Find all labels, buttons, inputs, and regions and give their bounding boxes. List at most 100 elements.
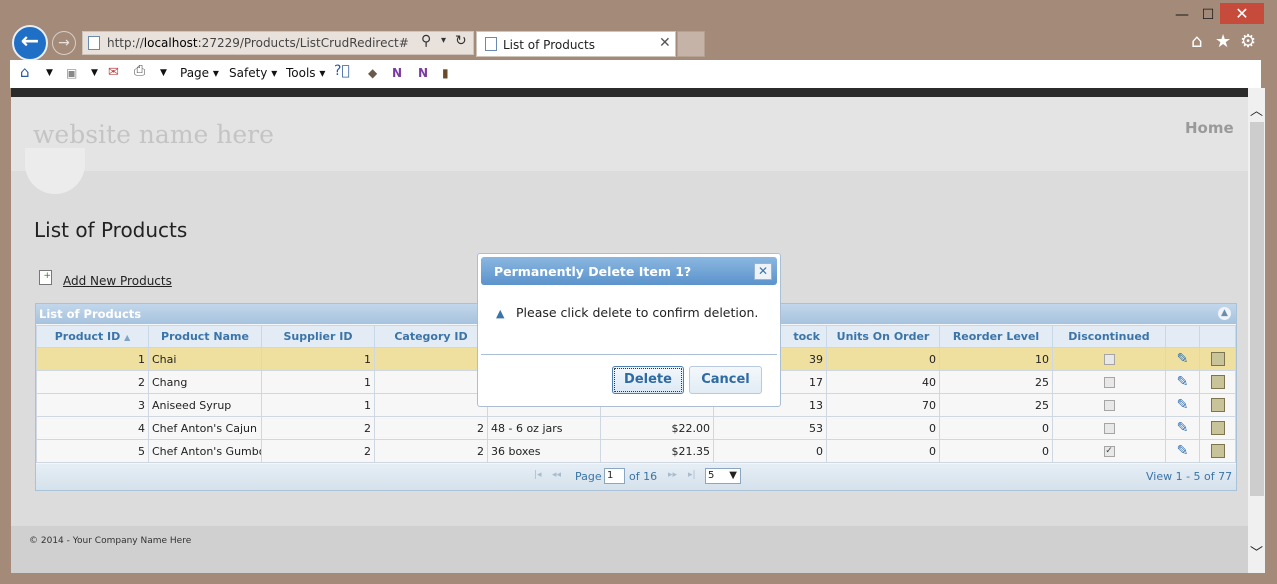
address-bar[interactable]: http://localhost:27229/Products/ListCrud… <box>82 31 474 55</box>
column-header-delete <box>1199 325 1236 348</box>
checkbox-unchecked-icon <box>1103 400 1115 411</box>
delete-button[interactable]: Delete <box>612 366 684 394</box>
edit-button[interactable]: ✎ <box>1165 416 1200 440</box>
checkbox-unchecked-icon <box>1103 354 1115 365</box>
page-number-input[interactable]: 1 <box>604 468 625 484</box>
cell-units-on-order: 0 <box>826 347 940 371</box>
cell-units-on-order: 70 <box>826 393 940 417</box>
chevron-down-icon[interactable]: ▼ <box>160 68 167 78</box>
pencil-icon: ✎ <box>1176 420 1189 436</box>
back-button[interactable]: ← <box>12 25 48 61</box>
tools-menu[interactable]: Tools ▾ <box>286 66 325 80</box>
delete-row-button[interactable] <box>1199 439 1236 463</box>
nav-home-link[interactable]: Home <box>1185 119 1234 137</box>
checkbox-unchecked-icon <box>1103 377 1115 388</box>
tab-label: List of Products <box>503 38 595 52</box>
search-icon[interactable]: ⚲ <box>421 33 431 49</box>
cell-units-on-order: 40 <box>826 370 940 394</box>
refresh-icon[interactable]: ↻ <box>455 33 467 49</box>
sort-ascending-icon: ▲ <box>124 333 131 342</box>
delete-row-button[interactable] <box>1199 393 1236 417</box>
scrollbar-thumb[interactable] <box>1250 122 1264 496</box>
chevron-down-icon[interactable]: ▼ <box>46 68 53 78</box>
column-header-discontinued[interactable]: Discontinued <box>1052 325 1166 348</box>
home-icon[interactable]: ⌂ <box>1191 31 1202 52</box>
delete-row-button[interactable] <box>1199 416 1236 440</box>
chevron-down-icon[interactable]: ▾ <box>441 35 446 46</box>
rss-feed-icon[interactable]: ▣ <box>66 66 77 80</box>
cell-product-name: Chef Anton's Cajun S <box>148 416 262 440</box>
settings-gear-icon[interactable]: ⚙ <box>1240 31 1256 52</box>
close-window-button[interactable]: ✕ <box>1220 3 1264 24</box>
delete-row-button[interactable] <box>1199 370 1236 394</box>
cancel-button[interactable]: Cancel <box>689 366 762 394</box>
column-header-units-on-order[interactable]: Units On Order <box>826 325 940 348</box>
help-icon[interactable]: ?⃝ <box>334 63 350 79</box>
home-icon[interactable]: ⌂ <box>20 63 30 81</box>
minimize-button[interactable]: — <box>1170 4 1194 26</box>
cell-product-id: 4 <box>36 416 149 440</box>
tab-list-of-products[interactable]: List of Products ✕ <box>476 31 676 57</box>
cell-units-on-order: 0 <box>826 439 940 463</box>
cell-supplier-id: 1 <box>261 370 375 394</box>
delete-row-button[interactable] <box>1199 347 1236 371</box>
forward-arrow-icon: → <box>58 35 70 51</box>
mail-icon[interactable]: ✉ <box>108 65 119 80</box>
extension-icon[interactable]: ▮ <box>442 66 449 80</box>
rows-per-page-select[interactable]: 5 ▼ <box>705 468 741 484</box>
edit-button[interactable]: ✎ <box>1165 347 1200 371</box>
favorites-star-icon[interactable]: ★ <box>1215 31 1231 52</box>
scroll-up-icon[interactable]: ︿ <box>1250 100 1263 119</box>
dialog-title-bar[interactable]: Permanently Delete Item 1? ✕ <box>481 257 777 285</box>
maximize-button[interactable]: ☐ <box>1196 4 1220 26</box>
last-page-icon[interactable]: ▸| <box>688 470 696 480</box>
edit-button[interactable]: ✎ <box>1165 439 1200 463</box>
onenote-icon[interactable]: N <box>392 66 402 80</box>
trash-can-icon <box>1210 444 1225 458</box>
column-header-category-id[interactable]: Category ID <box>374 325 488 348</box>
edit-button[interactable]: ✎ <box>1165 370 1200 394</box>
cell-discontinued <box>1052 416 1166 440</box>
cell-product-id: 2 <box>36 370 149 394</box>
cell-units-in-stock: 53 <box>713 416 827 440</box>
cell-category-id: 2 <box>374 416 488 440</box>
cell-category-id <box>374 370 488 394</box>
collapse-icon[interactable]: ▲ <box>1218 307 1231 320</box>
pager-page-label: Page <box>575 470 602 483</box>
new-tab-button[interactable] <box>677 31 705 57</box>
column-header-product-id[interactable]: Product ID ▲ <box>36 325 149 348</box>
page-title: List of Products <box>34 218 188 242</box>
cell-unit-price: $22.00 <box>600 416 714 440</box>
chevron-down-icon[interactable]: ▼ <box>91 68 98 78</box>
forward-button[interactable]: → <box>52 31 76 55</box>
scroll-down-icon[interactable]: ﹀ <box>1250 542 1263 561</box>
edit-button[interactable]: ✎ <box>1165 393 1200 417</box>
first-page-icon[interactable]: |◂ <box>534 470 542 480</box>
add-new-products-link[interactable]: Add New Products <box>63 274 172 288</box>
table-row[interactable]: 5 Chef Anton's Gumbo 2 2 36 boxes $21.35 0 0 0 ✓ ✎ <box>36 439 1236 463</box>
page-menu[interactable]: Page ▾ <box>180 66 219 80</box>
print-icon[interactable]: ⎙ <box>134 63 145 79</box>
cell-supplier-id: 2 <box>261 416 375 440</box>
dialog-separator <box>481 354 777 355</box>
trash-can-icon <box>1210 421 1225 435</box>
column-header-supplier-id[interactable]: Supplier ID <box>261 325 375 348</box>
next-page-icon[interactable]: ▸▸ <box>668 470 677 480</box>
research-icon[interactable]: ◆ <box>368 66 377 80</box>
address-url[interactable]: http://localhost:27229/Products/ListCrud… <box>107 36 409 50</box>
close-icon[interactable]: ✕ <box>659 35 671 51</box>
site-title[interactable]: website name here <box>33 120 274 149</box>
delete-confirm-dialog: Permanently Delete Item 1? ✕ ▲ Please cl… <box>477 253 781 407</box>
onenote-linked-icon[interactable]: N <box>418 66 428 80</box>
dialog-close-button[interactable]: ✕ <box>754 263 772 280</box>
column-header-product-name[interactable]: Product Name <box>148 325 262 348</box>
prev-page-icon[interactable]: ◂◂ <box>552 470 561 480</box>
grid-pager: |◂ ◂◂ Page 1 of 16 ▸▸ ▸| 5 ▼ View 1 - 5 o… <box>36 464 1236 490</box>
column-header-reorder-level[interactable]: Reorder Level <box>939 325 1053 348</box>
cell-quantity-per-unit: 48 - 6 oz jars <box>487 416 601 440</box>
trash-can-icon <box>1210 398 1225 412</box>
safety-menu[interactable]: Safety ▾ <box>229 66 277 80</box>
add-document-icon[interactable]: + <box>39 270 52 285</box>
cell-supplier-id: 1 <box>261 393 375 417</box>
table-row[interactable]: 4 Chef Anton's Cajun S 2 2 48 - 6 oz jars $22… <box>36 416 1236 440</box>
